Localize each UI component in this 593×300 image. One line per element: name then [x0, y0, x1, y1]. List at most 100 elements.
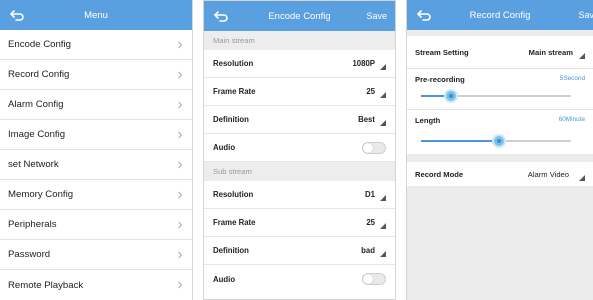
- chevron-right-icon: [178, 221, 183, 228]
- menu-item-record-config[interactable]: Record Config: [0, 60, 192, 90]
- menu-list: Encode Config Record Config Alarm Config…: [0, 30, 192, 300]
- stream-setting-select[interactable]: Main stream: [528, 47, 585, 59]
- back-arrow-icon[interactable]: [415, 7, 433, 23]
- row-label: Audio: [213, 143, 236, 152]
- record-config-screen: Record Config Save Stream Setting Main s…: [406, 0, 593, 300]
- row-label: Frame Rate: [213, 218, 256, 227]
- toggle-knob: [363, 274, 373, 284]
- dropdown-corner-icon: [380, 195, 386, 201]
- menu-item-label: Memory Config: [8, 189, 74, 200]
- row-label: Resolution: [213, 190, 254, 199]
- prerecording-row: Pre-recording 5Second: [407, 69, 593, 109]
- menu-item-peripherals[interactable]: Peripherals: [0, 210, 192, 240]
- row-label: Record Mode: [415, 169, 464, 179]
- sub-resolution-select[interactable]: D1: [365, 190, 386, 201]
- select-value: bad: [361, 246, 375, 255]
- menu-item-label: set Network: [8, 159, 59, 170]
- main-frame-rate-select[interactable]: 25: [366, 87, 386, 98]
- record-title: Record Config: [469, 9, 531, 21]
- menu-item-label: Peripherals: [8, 219, 57, 230]
- sub-frame-rate-select[interactable]: 25: [366, 218, 386, 229]
- menu-item-memory-config[interactable]: Memory Config: [0, 180, 192, 210]
- chevron-right-icon: [178, 191, 183, 198]
- row-label: Definition: [213, 115, 249, 124]
- select-value: 1080P: [352, 59, 375, 68]
- menu-item-remote-playback[interactable]: Remote Playback: [0, 270, 192, 300]
- chevron-right-icon: [178, 281, 183, 289]
- select-value: Main stream: [528, 47, 573, 57]
- toggle-knob: [363, 142, 373, 153]
- sub-audio-toggle[interactable]: [362, 273, 386, 285]
- length-row: Length 60Minute: [407, 110, 593, 154]
- length-value: 60Minute: [558, 116, 585, 123]
- section-sub-stream: Sub stream: [204, 162, 395, 181]
- sub-audio-row: Audio: [204, 265, 395, 293]
- section-main-stream: Main stream: [204, 31, 395, 50]
- main-resolution-select[interactable]: 1080P: [352, 59, 386, 70]
- menu-item-label: Alarm Config: [8, 99, 64, 110]
- main-resolution-row[interactable]: Resolution 1080P: [204, 50, 395, 78]
- stream-setting-row[interactable]: Stream Setting Main stream: [407, 36, 593, 68]
- record-settings-block: Stream Setting Main stream Pre-recording…: [407, 36, 593, 154]
- main-frame-rate-row[interactable]: Frame Rate 25: [204, 78, 395, 106]
- dropdown-corner-icon: [380, 120, 386, 126]
- prerecording-value: 5Second: [559, 75, 585, 82]
- record-mode-row[interactable]: Record Mode Alarm Video: [407, 162, 593, 186]
- sub-frame-rate-row[interactable]: Frame Rate 25: [204, 209, 395, 237]
- select-value: Best: [358, 115, 375, 124]
- menu-item-image-config[interactable]: Image Config: [0, 120, 192, 150]
- menu-item-label: Image Config: [8, 129, 66, 140]
- main-audio-row: Audio: [204, 134, 395, 162]
- main-audio-toggle[interactable]: [362, 141, 386, 154]
- encode-config-screen: Encode Config Save Main stream Resolutio…: [203, 0, 396, 300]
- menu-item-label: Record Config: [8, 69, 70, 80]
- main-definition-row[interactable]: Definition Best: [204, 106, 395, 134]
- chevron-right-icon: [178, 41, 183, 48]
- menu-item-label: Remote Playback: [8, 279, 84, 291]
- menu-title: Menu: [84, 9, 108, 21]
- slider-fill: [421, 140, 499, 142]
- encode-header: Encode Config Save: [204, 1, 395, 31]
- save-button[interactable]: Save: [366, 1, 387, 31]
- sub-definition-row[interactable]: Definition bad: [204, 237, 395, 265]
- menu-item-label: Encode Config: [8, 39, 71, 50]
- record-mode-select[interactable]: Alarm Video: [527, 169, 585, 181]
- dropdown-corner-icon: [579, 174, 585, 181]
- menu-item-password[interactable]: Password: [0, 240, 192, 270]
- slider-thumb[interactable]: [444, 89, 458, 103]
- back-arrow-icon[interactable]: [8, 7, 26, 23]
- row-label: Pre-recording: [415, 75, 465, 84]
- spacer: [407, 154, 593, 162]
- chevron-right-icon: [178, 251, 183, 258]
- select-value: 25: [366, 87, 375, 96]
- encode-title: Encode Config: [268, 10, 331, 22]
- record-mode-block: Record Mode Alarm Video: [407, 162, 593, 186]
- menu-screen: Menu Encode Config Record Config Alarm C…: [0, 0, 193, 300]
- row-label: Length: [415, 116, 441, 125]
- prerecording-slider[interactable]: [421, 89, 571, 103]
- menu-item-set-network[interactable]: set Network: [0, 150, 192, 180]
- select-value: Alarm Video: [527, 169, 569, 179]
- main-definition-select[interactable]: Best: [358, 115, 386, 126]
- select-value: 25: [366, 218, 375, 227]
- row-label: Frame Rate: [213, 87, 256, 96]
- dropdown-corner-icon: [380, 64, 386, 70]
- back-arrow-icon[interactable]: [212, 8, 230, 24]
- record-content: Stream Setting Main stream Pre-recording…: [407, 30, 593, 300]
- length-slider[interactable]: [421, 134, 571, 148]
- row-label: Audio: [213, 274, 236, 284]
- menu-item-encode-config[interactable]: Encode Config: [0, 30, 192, 60]
- sub-resolution-row[interactable]: Resolution D1: [204, 181, 395, 209]
- dropdown-corner-icon: [380, 92, 386, 98]
- dropdown-corner-icon: [380, 223, 386, 229]
- dropdown-corner-icon: [579, 52, 585, 59]
- chevron-right-icon: [178, 131, 183, 138]
- menu-item-alarm-config[interactable]: Alarm Config: [0, 90, 192, 120]
- chevron-right-icon: [178, 101, 183, 108]
- row-label: Definition: [213, 246, 249, 255]
- chevron-right-icon: [178, 71, 183, 78]
- save-button[interactable]: Save: [578, 0, 593, 30]
- select-value: D1: [365, 190, 375, 199]
- sub-definition-select[interactable]: bad: [361, 246, 386, 257]
- slider-thumb[interactable]: [492, 134, 506, 148]
